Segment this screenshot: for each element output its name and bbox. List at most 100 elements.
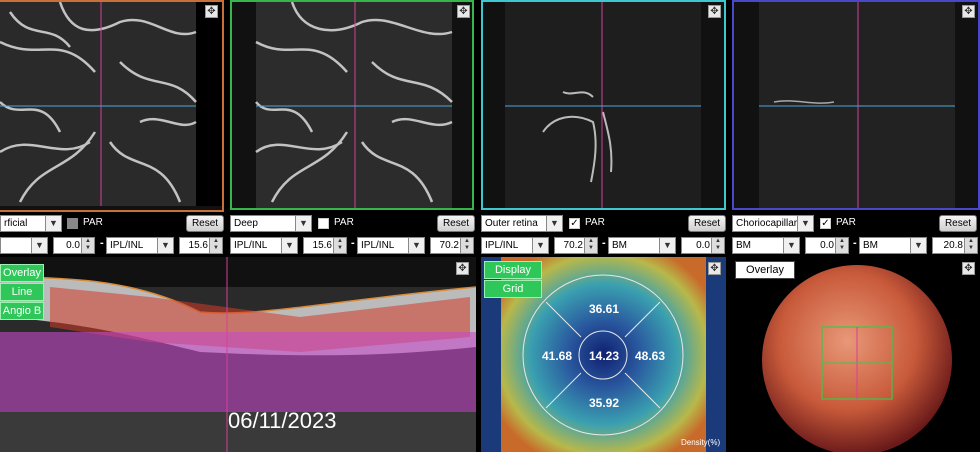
spinner-icon[interactable]: ▲ ▼ (333, 238, 346, 253)
top-offset-value: 15.6 (312, 240, 332, 251)
bottom-boundary-select[interactable]: BM ▼ (859, 237, 927, 254)
reset-button[interactable]: Reset (186, 215, 224, 232)
chevron-down-icon: ▼ (783, 238, 799, 253)
overlay-button[interactable]: Overlay (735, 261, 795, 279)
layer-select-value: Deep (234, 218, 258, 229)
range-dash: - (602, 237, 606, 249)
chevron-down-icon: ▼ (45, 216, 61, 231)
top-offset-value: 70.2 (563, 240, 583, 251)
density-top-value: 36.61 (589, 302, 620, 316)
bottom-offset-input[interactable]: 15.6 ▲ ▼ (179, 237, 223, 254)
top-boundary-select[interactable]: BM ▼ (732, 237, 800, 254)
bottom-offset-value: 15.6 (188, 240, 208, 251)
vessel-map (505, 2, 701, 208)
chevron-down-icon: ▼ (546, 216, 562, 231)
vessel-map (255, 2, 453, 208)
density-bottom-value: 35.92 (589, 396, 620, 410)
expand-icon[interactable]: ✥ (205, 5, 218, 18)
vessel-map (759, 2, 955, 208)
expand-icon[interactable]: ✥ (962, 5, 975, 18)
spinner-icon[interactable]: ▲ ▼ (81, 238, 94, 253)
panel-deep: ✥ (230, 0, 474, 210)
layer-select[interactable]: rficial ▼ (0, 215, 62, 232)
line-button[interactable]: Line (0, 283, 44, 301)
display-button[interactable]: Display (484, 261, 542, 279)
panel-outer: ✥ (481, 0, 726, 210)
chevron-down-icon: ▼ (910, 238, 926, 253)
density-right-value: 48.63 (635, 349, 666, 363)
expand-icon[interactable]: ✥ (708, 262, 721, 275)
density-panel[interactable]: Display Grid ✥ 36.61 41.68 14.23 48.63 3… (481, 257, 726, 452)
bottom-boundary-select[interactable]: BM ▼ (608, 237, 676, 254)
expand-icon[interactable]: ✥ (708, 5, 721, 18)
scan-date: 06/11/2023 (228, 408, 337, 433)
top-offset-input[interactable]: 0.0 ▲ ▼ (805, 237, 849, 254)
spinner-icon[interactable]: ▲ ▼ (584, 238, 597, 253)
angio-image-chorio[interactable] (732, 0, 980, 210)
chevron-down-icon: ▼ (157, 238, 173, 253)
par-checkbox[interactable] (318, 218, 329, 229)
bottom-offset-input[interactable]: 20.8 ▲ ▼ (932, 237, 978, 254)
chevron-down-icon: ▼ (281, 238, 297, 253)
angio-image-outer[interactable] (481, 0, 726, 210)
bottom-boundary-value: IPL/INL (110, 240, 144, 251)
bottom-boundary-select[interactable]: IPL/INL ▼ (357, 237, 425, 254)
bottom-offset-input[interactable]: 0.0 ▲ ▼ (681, 237, 725, 254)
layer-select[interactable]: Outer retina ▼ (481, 215, 563, 232)
top-boundary-select[interactable]: ▼ (0, 237, 48, 254)
par-label: PAR (334, 217, 354, 228)
density-legend-label: Density(%) (681, 438, 721, 447)
layer-select-value: rficial (4, 218, 28, 229)
density-center-value: 14.23 (589, 349, 620, 363)
range-dash: - (853, 237, 857, 249)
reset-button[interactable]: Reset (939, 215, 977, 232)
chevron-down-icon: ▼ (295, 216, 311, 231)
spinner-icon[interactable]: ▲ ▼ (209, 238, 222, 253)
bottom-offset-value: 20.8 (943, 240, 963, 251)
expand-icon[interactable]: ✥ (962, 262, 975, 275)
chevron-down-icon: ▼ (659, 238, 675, 253)
top-offset-input[interactable]: 70.2 ▲ ▼ (554, 237, 598, 254)
grid-button[interactable]: Grid (484, 280, 542, 298)
range-dash: - (351, 237, 355, 249)
par-label: PAR (836, 217, 856, 228)
panel-chorio: ✥ (732, 0, 980, 210)
angio-b-button[interactable]: Angio B (0, 302, 44, 320)
vessel-map (0, 2, 222, 206)
chevron-down-icon: ▼ (532, 238, 548, 253)
fundus-panel[interactable]: Overlay ✥ (732, 257, 980, 452)
expand-icon[interactable]: ✥ (456, 262, 469, 275)
expand-icon[interactable]: ✥ (457, 5, 470, 18)
layer-select[interactable]: Choriocapillaris ▼ (732, 215, 814, 232)
par-checkbox[interactable]: ✓ (569, 218, 580, 229)
angio-image-superficial[interactable] (0, 0, 224, 212)
bottom-offset-input[interactable]: 70.2 ▲ ▼ (430, 237, 474, 254)
reset-button[interactable]: Reset (437, 215, 475, 232)
top-offset-value: 0.0 (66, 240, 80, 251)
spinner-icon[interactable]: ▲ ▼ (835, 238, 848, 253)
chevron-down-icon: ▼ (797, 216, 813, 231)
top-offset-value: 0.0 (820, 240, 834, 251)
layer-select[interactable]: Deep ▼ (230, 215, 312, 232)
bottom-boundary-value: BM (612, 240, 627, 251)
spinner-icon[interactable]: ▲ ▼ (711, 238, 724, 253)
bottom-boundary-value: BM (863, 240, 878, 251)
range-dash: - (100, 237, 104, 249)
top-offset-input[interactable]: 0.0 ▲ ▼ (53, 237, 95, 254)
reset-button[interactable]: Reset (688, 215, 726, 232)
fundus-image (762, 265, 952, 452)
overlay-button[interactable]: Overlay (0, 264, 44, 282)
top-boundary-value: IPL/INL (485, 240, 519, 251)
par-checkbox[interactable]: ✓ (820, 218, 831, 229)
top-boundary-select[interactable]: IPL/INL ▼ (230, 237, 298, 254)
top-offset-input[interactable]: 15.6 ▲ ▼ (303, 237, 347, 254)
spinner-icon[interactable]: ▲ ▼ (964, 238, 977, 253)
bottom-boundary-select[interactable]: IPL/INL ▼ (106, 237, 174, 254)
top-boundary-select[interactable]: IPL/INL ▼ (481, 237, 549, 254)
layer-select-value: Outer retina (485, 218, 538, 229)
par-checkbox[interactable] (67, 218, 78, 229)
top-boundary-value: IPL/INL (234, 240, 268, 251)
bscan-panel[interactable]: Overlay Line Angio B ✥ 06/11/2023 (0, 257, 476, 452)
angio-image-deep[interactable] (230, 0, 474, 210)
spinner-icon[interactable]: ▲ ▼ (460, 238, 473, 253)
